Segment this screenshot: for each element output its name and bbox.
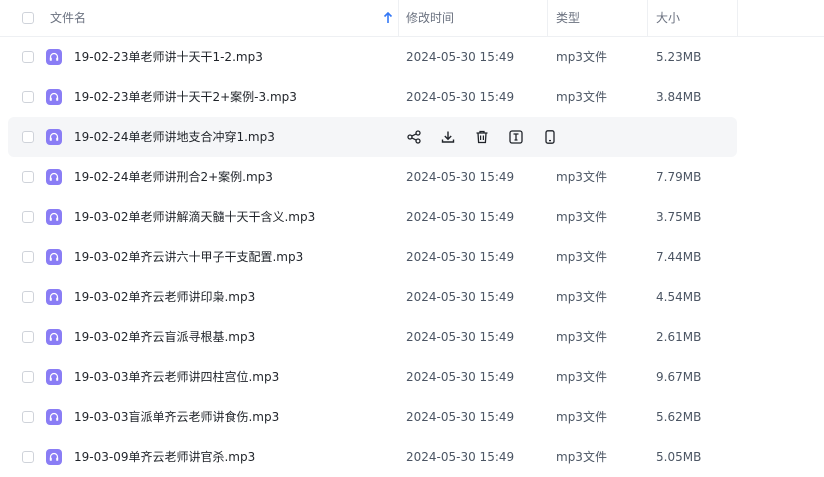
column-divider[interactable] [647, 0, 648, 36]
table-row[interactable]: 19-02-24单老师讲地支合冲穿1.mp3 [0, 117, 824, 157]
table-header: 文件名 修改时间 类型 大小 [0, 0, 824, 37]
file-size: 5.05MB [656, 450, 702, 464]
row-checkbox[interactable] [22, 131, 34, 143]
file-size: 5.23MB [656, 50, 702, 64]
file-name[interactable]: 19-02-24单老师讲地支合冲穿1.mp3 [74, 117, 275, 157]
file-size: 9.67MB [656, 370, 702, 384]
column-header-name[interactable]: 文件名 [50, 0, 86, 36]
modified-time: 2024-05-30 15:49 [406, 330, 515, 344]
file-type: mp3文件 [556, 170, 607, 184]
modified-time: 2024-05-30 15:49 [406, 210, 515, 224]
row-checkbox[interactable] [22, 451, 34, 463]
audio-file-icon [46, 49, 62, 65]
row-checkbox[interactable] [22, 411, 34, 423]
modified-time: 2024-05-30 15:49 [406, 250, 515, 264]
download-icon[interactable] [440, 129, 456, 145]
audio-file-icon [46, 89, 62, 105]
table-row[interactable]: 19-02-23单老师讲十天干1-2.mp3 2024-05-30 15:49 mp… [0, 37, 824, 77]
row-checkbox[interactable] [22, 91, 34, 103]
file-list: 19-02-23单老师讲十天干1-2.mp3 2024-05-30 15:49 mp… [0, 37, 824, 477]
file-table: 文件名 修改时间 类型 大小 19-02-23单老师讲十天干1-2.mp3 202… [0, 0, 824, 477]
file-type: mp3文件 [556, 210, 607, 224]
table-row[interactable]: 19-03-03盲派单齐云老师讲食伤.mp3 2024-05-30 15:49 mp… [0, 397, 824, 437]
file-name[interactable]: 19-03-09单齐云老师讲官杀.mp3 [74, 437, 255, 477]
file-size: 7.79MB [656, 170, 702, 184]
table-row[interactable]: 19-03-03单齐云老师讲四柱宫位.mp3 2024-05-30 15:49 mp… [0, 357, 824, 397]
table-row[interactable]: 19-03-02单老师讲解滴天髓十天干含义.mp3 2024-05-30 15:4… [0, 197, 824, 237]
file-type: mp3文件 [556, 370, 607, 384]
file-size: 4.54MB [656, 290, 702, 304]
modified-time: 2024-05-30 15:49 [406, 290, 515, 304]
rename-icon[interactable] [508, 129, 524, 145]
file-name[interactable]: 19-02-24单老师讲刑合2+案例.mp3 [74, 157, 273, 197]
table-row[interactable]: 19-03-02单齐云盲派寻根基.mp3 2024-05-30 15:49 mp3文… [0, 317, 824, 357]
column-divider[interactable] [737, 0, 738, 36]
column-header-size[interactable]: 大小 [656, 0, 680, 36]
audio-file-icon [46, 129, 62, 145]
audio-file-icon [46, 209, 62, 225]
file-size: 3.75MB [656, 210, 702, 224]
table-row[interactable]: 19-03-02单齐云讲六十甲子干支配置.mp3 2024-05-30 15:49… [0, 237, 824, 277]
sort-ascending-icon[interactable] [383, 12, 393, 24]
file-type: mp3文件 [556, 90, 607, 104]
file-name[interactable]: 19-03-02单齐云老师讲印枭.mp3 [74, 277, 255, 317]
modified-time: 2024-05-30 15:49 [406, 90, 515, 104]
delete-icon[interactable] [474, 129, 490, 145]
file-type: mp3文件 [556, 290, 607, 304]
modified-time: 2024-05-30 15:49 [406, 410, 515, 424]
file-type: mp3文件 [556, 250, 607, 264]
modified-time: 2024-05-30 15:49 [406, 170, 515, 184]
column-header-modified[interactable]: 修改时间 [406, 0, 454, 36]
modified-time: 2024-05-30 15:49 [406, 50, 515, 64]
row-checkbox[interactable] [22, 251, 34, 263]
file-type: mp3文件 [556, 450, 607, 464]
row-checkbox[interactable] [22, 171, 34, 183]
column-divider[interactable] [398, 0, 399, 36]
row-checkbox[interactable] [22, 211, 34, 223]
file-size: 7.44MB [656, 250, 702, 264]
audio-file-icon [46, 449, 62, 465]
row-checkbox[interactable] [22, 51, 34, 63]
file-name[interactable]: 19-02-23单老师讲十天干1-2.mp3 [74, 37, 263, 77]
file-name[interactable]: 19-03-03单齐云老师讲四柱宫位.mp3 [74, 357, 279, 397]
column-header-type[interactable]: 类型 [556, 0, 580, 36]
share-icon[interactable] [406, 129, 422, 145]
file-size: 3.84MB [656, 90, 702, 104]
table-row[interactable]: 19-03-09单齐云老师讲官杀.mp3 2024-05-30 15:49 mp3文… [0, 437, 824, 477]
file-size: 5.62MB [656, 410, 702, 424]
modified-time: 2024-05-30 15:49 [406, 450, 515, 464]
audio-file-icon [46, 369, 62, 385]
audio-file-icon [46, 289, 62, 305]
column-divider[interactable] [547, 0, 548, 36]
file-name[interactable]: 19-03-02单老师讲解滴天髓十天干含义.mp3 [74, 197, 315, 237]
audio-file-icon [46, 249, 62, 265]
audio-file-icon [46, 409, 62, 425]
file-name[interactable]: 19-03-03盲派单齐云老师讲食伤.mp3 [74, 397, 279, 437]
file-type: mp3文件 [556, 410, 607, 424]
table-row[interactable]: 19-02-24单老师讲刑合2+案例.mp3 2024-05-30 15:49 mp… [0, 157, 824, 197]
audio-file-icon [46, 329, 62, 345]
table-row[interactable]: 19-02-23单老师讲十天干2+案例-3.mp3 2024-05-30 15:4… [0, 77, 824, 117]
row-checkbox[interactable] [22, 331, 34, 343]
select-all-checkbox[interactable] [22, 12, 34, 24]
row-checkbox[interactable] [22, 291, 34, 303]
open-on-phone-icon[interactable] [542, 129, 558, 145]
file-size: 2.61MB [656, 330, 702, 344]
file-name[interactable]: 19-02-23单老师讲十天干2+案例-3.mp3 [74, 77, 297, 117]
row-checkbox[interactable] [22, 371, 34, 383]
audio-file-icon [46, 169, 62, 185]
table-row[interactable]: 19-03-02单齐云老师讲印枭.mp3 2024-05-30 15:49 mp3文… [0, 277, 824, 317]
file-name[interactable]: 19-03-02单齐云讲六十甲子干支配置.mp3 [74, 237, 303, 277]
modified-time: 2024-05-30 15:49 [406, 370, 515, 384]
file-type: mp3文件 [556, 50, 607, 64]
file-type: mp3文件 [556, 330, 607, 344]
file-name[interactable]: 19-03-02单齐云盲派寻根基.mp3 [74, 317, 255, 357]
